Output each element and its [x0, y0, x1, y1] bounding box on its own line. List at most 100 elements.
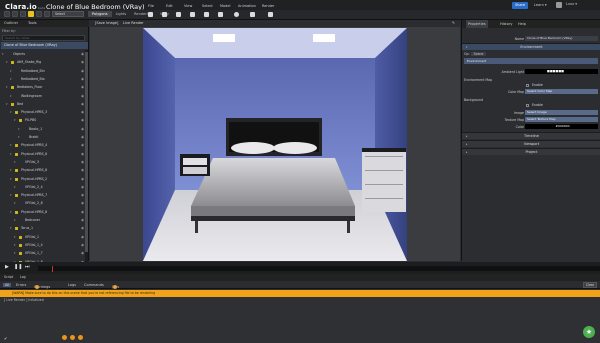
tab-lights[interactable]: Lights — [112, 11, 131, 17]
select-tool-icon[interactable] — [28, 11, 34, 17]
ambient-light-swatch[interactable]: ■■■■■■ — [525, 69, 598, 74]
camera-icon[interactable] — [250, 12, 255, 17]
undo-icon[interactable] — [4, 11, 10, 17]
eye-icon[interactable]: ◉ — [81, 234, 84, 241]
move-icon[interactable] — [20, 11, 26, 17]
count-badge-1[interactable] — [62, 335, 67, 340]
tree-item[interactable]: ▾ VPGtsl_2_8 ◉ — [0, 200, 88, 207]
learn-menu[interactable]: Learn ▾ — [534, 3, 547, 7]
text-icon[interactable] — [268, 12, 273, 17]
eye-icon[interactable]: ◉ — [81, 134, 84, 141]
chevron-down-icon[interactable]: ▾ — [10, 192, 12, 199]
count-badge-3[interactable] — [78, 335, 83, 340]
visibility-checkbox[interactable] — [15, 152, 18, 156]
plane-icon[interactable] — [218, 12, 223, 17]
chevron-down-icon[interactable]: ▾ — [10, 151, 12, 158]
eye-icon[interactable]: ◉ — [81, 109, 84, 116]
chevron-down-icon[interactable]: ▾ — [10, 142, 12, 149]
light-icon[interactable] — [234, 12, 239, 17]
tab-script[interactable]: Script — [4, 275, 13, 279]
eye-icon[interactable]: ◉ — [81, 217, 84, 224]
visibility-checkbox[interactable] — [15, 227, 18, 231]
env-enable-checkbox[interactable] — [526, 84, 529, 87]
color-swatch[interactable]: #000000 — [525, 124, 598, 129]
chevron-down-icon[interactable]: ▾ — [14, 250, 16, 257]
eye-icon[interactable]: ◉ — [81, 209, 84, 216]
chevron-down-icon[interactable]: ▾ — [6, 84, 8, 91]
section-viewport[interactable]: ▸ Viewport — [462, 140, 600, 147]
visibility-checkbox[interactable] — [11, 102, 14, 106]
visibility-checkbox[interactable] — [11, 61, 14, 65]
eye-icon[interactable]: ◉ — [81, 184, 84, 191]
visibility-checkbox[interactable] — [15, 169, 18, 173]
visibility-checkbox[interactable] — [19, 119, 22, 123]
tree-item[interactable]: ▾ Physical-HPBS_7 ◉ — [0, 192, 88, 199]
cone-icon[interactable] — [190, 12, 195, 17]
menu-model[interactable]: Model — [220, 4, 238, 8]
chevron-down-icon[interactable]: ▾ — [2, 51, 4, 58]
tree-item[interactable]: ▾ Physical-HPBS_8 ◉ — [0, 209, 88, 216]
save-image-button[interactable]: [Save Image] — [95, 21, 118, 25]
menu-file[interactable]: File — [148, 4, 166, 8]
tree-item[interactable]: ▾ VPGtsl_2_4 ◉ — [0, 184, 88, 191]
eye-icon[interactable]: ◉ — [81, 76, 84, 83]
op-row[interactable]: Op: Scene — [464, 52, 487, 56]
visibility-checkbox[interactable] — [19, 235, 22, 239]
menu-animation[interactable]: Animation — [238, 4, 262, 8]
visibility-checkbox[interactable] — [11, 86, 14, 90]
eye-icon[interactable]: ◉ — [81, 167, 84, 174]
filter-logs[interactable]: Logs — [68, 283, 76, 287]
search-input[interactable]: Search by name — [2, 35, 85, 41]
bg-enable-checkbox[interactable] — [526, 104, 529, 107]
visibility-checkbox[interactable] — [15, 210, 18, 214]
eye-icon[interactable]: ◉ — [81, 242, 84, 249]
tree-item[interactable]: ▾ Bookc_1 ◉ — [0, 126, 88, 133]
visibility-checkbox[interactable] — [15, 194, 18, 198]
name-field[interactable]: Clone of Blue Bedroom (VRay) — [525, 36, 598, 41]
eye-icon[interactable]: ◉ — [81, 68, 84, 75]
tab-history[interactable]: History — [500, 22, 512, 26]
chevron-down-icon[interactable]: ▾ — [10, 176, 12, 183]
chevron-down-icon[interactable]: ▾ — [10, 167, 12, 174]
tree-item[interactable]: ▾ VPGtsl_1_7 ◉ — [0, 250, 88, 257]
tree-root[interactable]: Clone of Blue Bedroom (VRay) — [1, 42, 88, 49]
chevron-down-icon[interactable]: ▾ — [6, 101, 8, 108]
end-icon[interactable]: ⏭ — [25, 264, 30, 270]
tree-item[interactable]: ▾ Physical-HPBS_3 ◉ — [0, 109, 88, 116]
tree-item[interactable]: ▾ Redlodbed_Bln ◉ — [0, 68, 88, 75]
chevron-down-icon[interactable]: ▾ — [14, 184, 16, 191]
color-map-select[interactable]: Select Color Map — [525, 89, 598, 94]
tree-item[interactable]: ▾ Physical-HPBS_6 ◉ — [0, 167, 88, 174]
user-menu[interactable]: Lxxx ▾ — [566, 2, 577, 6]
chevron-down-icon[interactable]: ▾ — [14, 217, 16, 224]
scale-icon[interactable] — [44, 11, 50, 17]
eye-icon[interactable]: ◉ — [81, 250, 84, 257]
sphere-icon[interactable] — [162, 12, 167, 17]
eye-icon[interactable]: ◉ — [81, 159, 84, 166]
chevron-down-icon[interactable]: ▾ — [14, 242, 16, 249]
pause-icon[interactable]: ❚❚ — [14, 264, 22, 270]
chevron-down-icon[interactable]: ▾ — [10, 68, 12, 75]
redo-icon[interactable] — [12, 11, 18, 17]
clear-button[interactable]: Clear — [583, 282, 597, 288]
share-button[interactable]: Share — [512, 2, 528, 9]
help-star-icon[interactable]: ★ — [583, 326, 595, 338]
tree-item[interactable]: ▾ Bedtables_Floor ◉ — [0, 84, 88, 91]
eye-icon[interactable]: ◉ — [81, 101, 84, 108]
tree-item[interactable]: ▾ Physical-HPBS_2 ◉ — [0, 176, 88, 183]
chevron-down-icon[interactable]: ▾ — [14, 117, 16, 124]
cylinder-icon[interactable] — [176, 12, 181, 17]
eye-icon[interactable]: ◉ — [81, 151, 84, 158]
eye-icon[interactable]: ◉ — [81, 93, 84, 100]
box-icon[interactable] — [148, 12, 153, 17]
eye-icon[interactable]: ◉ — [81, 142, 84, 149]
eye-icon[interactable]: ◉ — [81, 200, 84, 207]
chevron-down-icon[interactable]: ▾ — [14, 159, 16, 166]
rotate-icon[interactable] — [36, 11, 42, 17]
menu-view[interactable]: View — [184, 4, 202, 8]
tree-item[interactable]: ▾ Physical-HPBS_4 ◉ — [0, 142, 88, 149]
tab-log[interactable]: Log — [20, 275, 26, 279]
tree-item[interactable]: ▾ VPGtsl_1 ◉ — [0, 234, 88, 241]
chevron-down-icon[interactable]: ▾ — [10, 76, 12, 83]
tree-item[interactable]: ▾ VPGtsl_3 ◉ — [0, 159, 88, 166]
